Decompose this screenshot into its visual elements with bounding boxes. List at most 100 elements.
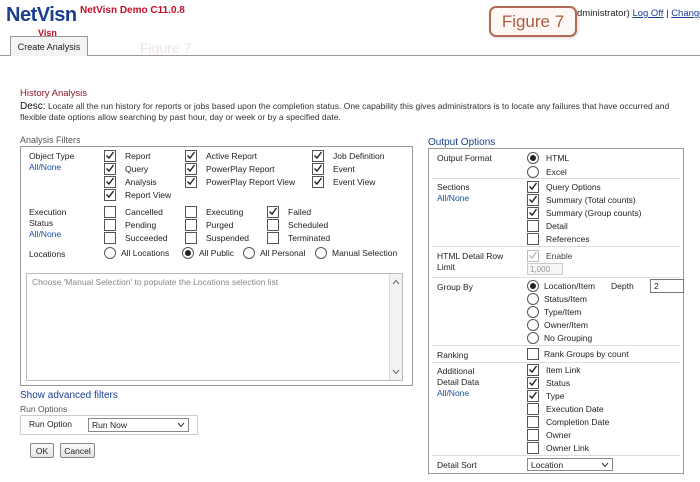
check-icon xyxy=(528,377,538,389)
checkbox-report-view[interactable] xyxy=(104,189,116,201)
section-detail-label: Detail xyxy=(546,221,568,231)
checkbox-failed[interactable] xyxy=(267,206,279,218)
detail-sort-label: Detail Sort xyxy=(437,460,477,470)
location-option-all-public-label: All Public xyxy=(199,248,234,258)
object-type-event-view-label: Event View xyxy=(333,177,376,187)
checkbox-analysis[interactable] xyxy=(104,176,116,188)
radio-dot-icon xyxy=(185,250,191,256)
check-icon xyxy=(186,176,196,188)
page-description: Desc: Locate all the run history for rep… xyxy=(20,101,692,123)
radio-all-personal[interactable] xyxy=(243,247,255,259)
output-format-label: Output Format xyxy=(437,153,492,163)
app-version: NetVisn Demo C11.0.8 xyxy=(80,5,185,16)
checkbox-event-view[interactable] xyxy=(312,176,324,188)
checkbox-succeeded[interactable] xyxy=(104,232,116,244)
checkbox-report[interactable] xyxy=(104,150,116,162)
checkbox-section-summary-group-counts[interactable] xyxy=(527,207,539,219)
checkbox-enable-row-limit[interactable] xyxy=(527,250,539,262)
ok-button[interactable]: OK xyxy=(30,443,54,458)
sections-all-none-link[interactable]: All/None xyxy=(437,193,469,203)
object-type-report-label: Report xyxy=(125,151,151,161)
cancel-button[interactable]: Cancel xyxy=(60,443,95,458)
change-link[interactable]: Change xyxy=(671,8,700,19)
checkbox-active-report[interactable] xyxy=(185,150,197,162)
checkbox-job-definition[interactable] xyxy=(312,150,324,162)
object-type-query-label: Query xyxy=(125,164,149,174)
checkbox-rank-groups[interactable] xyxy=(527,348,539,360)
check-icon xyxy=(313,176,323,188)
section-query-options-label: Query Options xyxy=(546,182,601,192)
run-option-label: Run Option xyxy=(29,419,72,429)
run-option-value: Run Now xyxy=(92,420,127,430)
show-advanced-filters-link[interactable]: Show advanced filters xyxy=(20,390,118,401)
object-type-all-none-link[interactable]: All/None xyxy=(29,162,61,172)
object-type-analysis-label: Analysis xyxy=(125,177,157,187)
depth-label: Depth xyxy=(611,281,634,291)
checkbox-detail-owner[interactable] xyxy=(527,429,539,441)
checkbox-section-query-options[interactable] xyxy=(527,181,539,193)
logoff-link[interactable]: Log Off xyxy=(632,8,663,19)
section-summary-total-counts-label: Summary (Total counts) xyxy=(546,195,636,205)
radio-group-owner-item[interactable] xyxy=(527,319,539,331)
checkbox-powerplay-report[interactable] xyxy=(185,163,197,175)
check-icon xyxy=(105,150,115,162)
scroll-up-icon[interactable] xyxy=(392,277,400,287)
checkbox-scheduled[interactable] xyxy=(267,219,279,231)
row-limit-input[interactable]: 1,000 xyxy=(527,263,563,275)
checkbox-powerplay-report-view[interactable] xyxy=(185,176,197,188)
checkbox-detail-type[interactable] xyxy=(527,390,539,402)
radio-group-location-item[interactable] xyxy=(527,280,539,292)
radio-group-status-item[interactable] xyxy=(527,293,539,305)
page-title: History Analysis xyxy=(20,88,88,99)
checkbox-query[interactable] xyxy=(104,163,116,175)
locations-scrollbar[interactable] xyxy=(389,274,402,380)
section-summary-group-counts-label: Summary (Group counts) xyxy=(546,208,642,218)
checkbox-suspended[interactable] xyxy=(185,232,197,244)
checkbox-section-detail[interactable] xyxy=(527,220,539,232)
figure-badge: Figure 7 xyxy=(489,6,577,37)
checkbox-event[interactable] xyxy=(312,163,324,175)
html-row-limit-label: HTML Detail Row xyxy=(437,251,504,261)
scroll-down-icon[interactable] xyxy=(392,367,400,377)
row-divider xyxy=(432,345,680,346)
checkbox-section-references[interactable] xyxy=(527,233,539,245)
detail-sort-select[interactable]: Location xyxy=(527,458,613,471)
radio-group-no-grouping[interactable] xyxy=(527,332,539,344)
output-options-title: Output Options xyxy=(428,137,496,148)
radio-format-excel[interactable] xyxy=(527,166,539,178)
group-by-location-item-label: Location/Item xyxy=(544,281,596,291)
run-option-select[interactable]: Run Now xyxy=(88,418,189,432)
checkbox-detail-completion-date[interactable] xyxy=(527,416,539,428)
tab-create-analysis[interactable]: Create Analysis xyxy=(10,36,88,56)
row-divider xyxy=(432,362,680,363)
location-option-manual-selection-label: Manual Selection xyxy=(332,248,398,258)
radio-all-public[interactable] xyxy=(182,247,194,259)
status-pending-label: Pending xyxy=(125,220,157,230)
checkbox-detail-execution-date[interactable] xyxy=(527,403,539,415)
checkbox-purged[interactable] xyxy=(185,219,197,231)
radio-group-type-item[interactable] xyxy=(527,306,539,318)
radio-format-html[interactable] xyxy=(527,152,539,164)
checkbox-detail-item-link[interactable] xyxy=(527,364,539,376)
checkbox-pending[interactable] xyxy=(104,219,116,231)
chevron-down-icon xyxy=(601,460,612,470)
checkbox-executing[interactable] xyxy=(185,206,197,218)
check-icon xyxy=(313,150,323,162)
checkbox-cancelled[interactable] xyxy=(104,206,116,218)
section-references-label: References xyxy=(546,234,590,244)
checkbox-terminated[interactable] xyxy=(267,232,279,244)
radio-manual-selection[interactable] xyxy=(315,247,327,259)
depth-input[interactable]: 2 xyxy=(650,279,684,293)
execution-status-all-none-link[interactable]: All/None xyxy=(29,229,61,239)
radio-all-locations[interactable] xyxy=(104,247,116,259)
checkbox-section-summary-total-counts[interactable] xyxy=(527,194,539,206)
check-icon xyxy=(528,207,538,219)
check-icon xyxy=(186,163,196,175)
locations-placeholder: Choose 'Manual Selection' to populate th… xyxy=(32,277,279,287)
object-type-job-definition-label: Job Definition xyxy=(333,151,385,161)
radio-dot-icon xyxy=(530,283,536,289)
locations-listbox[interactable] xyxy=(26,273,403,381)
checkbox-detail-status[interactable] xyxy=(527,377,539,389)
checkbox-detail-owner-link[interactable] xyxy=(527,442,539,454)
additional-all-none-link[interactable]: All/None xyxy=(437,388,469,398)
